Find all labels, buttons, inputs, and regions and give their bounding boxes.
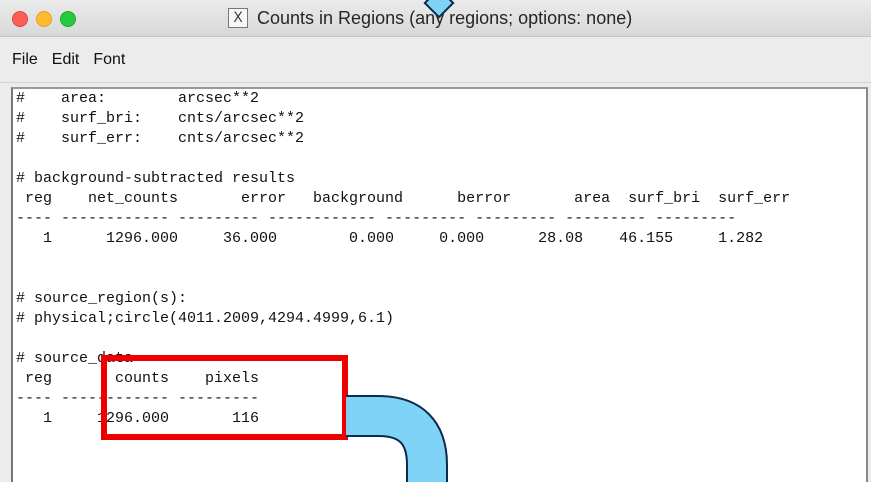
report-line: # area: arcsec**2 xyxy=(16,90,260,107)
report-line: # physical;circle(4011.2009,4294.4999,6.… xyxy=(16,310,395,327)
highlight-box xyxy=(101,355,348,440)
menu-file[interactable]: File xyxy=(12,51,38,69)
report-line: # background-subtracted results xyxy=(16,170,296,187)
report-line: ---- ------------ --------- ------------… xyxy=(16,210,737,227)
menu-font[interactable]: Font xyxy=(93,51,125,69)
report-line: # surf_err: cnts/arcsec**2 xyxy=(16,130,305,147)
menu-bar: File Edit Font xyxy=(0,37,871,83)
minimize-button[interactable] xyxy=(36,11,52,27)
zoom-button[interactable] xyxy=(60,11,76,27)
close-button[interactable] xyxy=(12,11,28,27)
report-line: 1 1296.000 36.000 0.000 0.000 28.08 46.1… xyxy=(16,230,764,247)
report-line: # source_region(s): xyxy=(16,290,188,307)
menu-edit[interactable]: Edit xyxy=(52,51,80,69)
x11-icon: X xyxy=(228,8,248,28)
report-line: # surf_bri: cnts/arcsec**2 xyxy=(16,110,305,127)
report-line: reg net_counts error background berror a… xyxy=(16,190,791,207)
